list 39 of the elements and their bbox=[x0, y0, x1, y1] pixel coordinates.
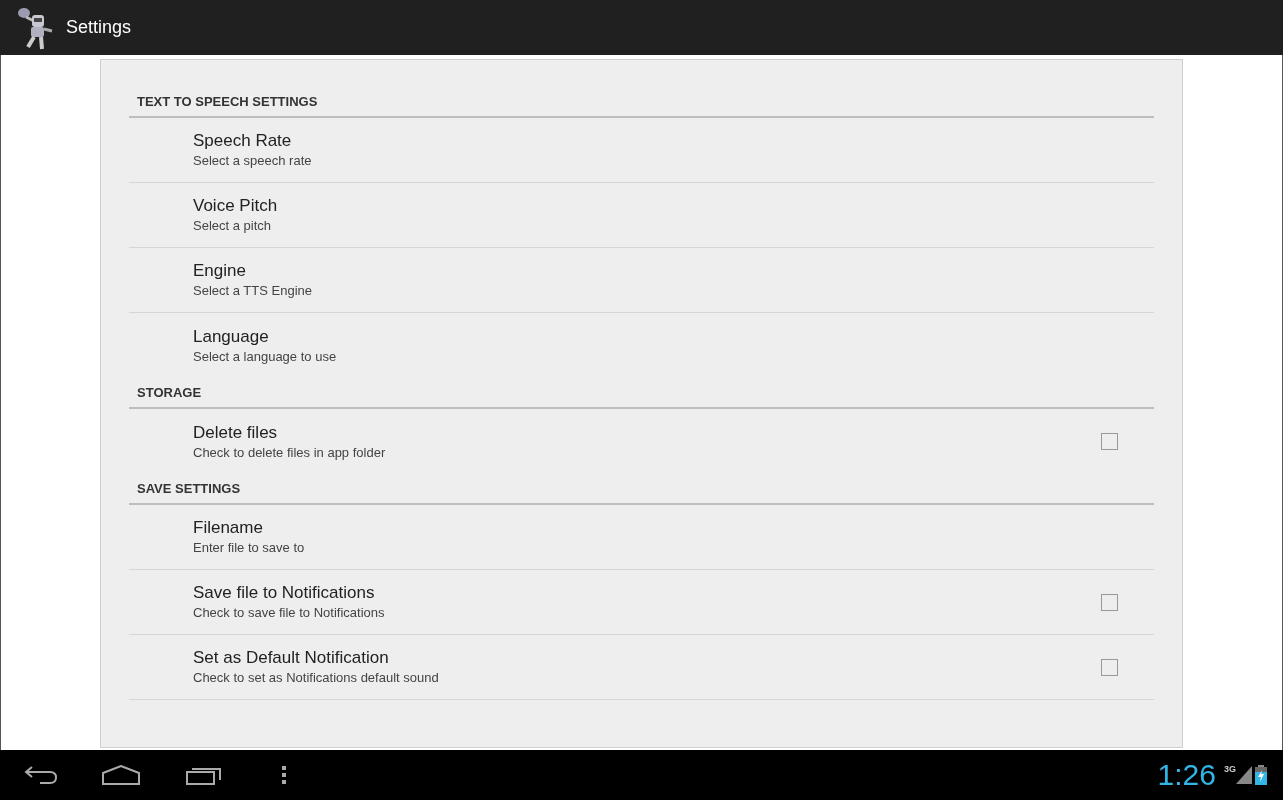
preference-summary: Select a pitch bbox=[193, 217, 273, 235]
clock: 1:26 bbox=[1157, 760, 1216, 790]
preference-summary: Enter file to save to bbox=[193, 539, 306, 557]
section-header: SAVE SETTINGS bbox=[137, 479, 241, 498]
preference-summary: Check to save file to Notifications bbox=[193, 604, 386, 622]
preference-title: Save file to Notifications bbox=[193, 582, 376, 604]
action-bar-title: Settings bbox=[66, 16, 132, 39]
preference-row[interactable]: Speech Rate Select a speech rate bbox=[129, 118, 1154, 183]
preference-summary: Check to set as Notifications default sound bbox=[193, 669, 440, 687]
section-header: TEXT TO SPEECH SETTINGS bbox=[137, 92, 318, 111]
preference-row[interactable]: Delete files Check to delete files in app folder bbox=[129, 409, 1154, 474]
battery-icon bbox=[1255, 765, 1267, 785]
preference-summary: Select a language to use bbox=[193, 347, 338, 366]
preference-title: Set as Default Notification bbox=[193, 647, 390, 669]
preference-row[interactable]: Save file to Notifications Check to save file to Notifications bbox=[129, 570, 1154, 635]
preference-row[interactable]: Language Select a language to use bbox=[129, 313, 1154, 378]
checkbox[interactable] bbox=[1101, 593, 1118, 611]
preference-row[interactable]: Engine Select a TTS Engine bbox=[129, 248, 1154, 313]
checkbox[interactable] bbox=[1101, 433, 1118, 450]
network-label: 3G bbox=[1224, 763, 1236, 776]
preference-summary: Select a speech rate bbox=[193, 152, 313, 170]
preference-title: Speech Rate bbox=[193, 130, 293, 152]
preference-row[interactable]: Filename Enter file to save to bbox=[129, 505, 1154, 570]
preference-title: Filename bbox=[193, 517, 264, 539]
more-icon[interactable] bbox=[282, 766, 286, 784]
preference-title: Language bbox=[193, 325, 270, 348]
section-header: STORAGE bbox=[137, 383, 202, 402]
home-icon[interactable] bbox=[102, 765, 140, 785]
preference-row[interactable]: Voice Pitch Select a pitch bbox=[129, 183, 1154, 248]
preference-title: Voice Pitch bbox=[193, 195, 279, 217]
signal-icon bbox=[1236, 766, 1252, 784]
preference-title: Engine bbox=[193, 260, 247, 282]
preference-summary: Select a TTS Engine bbox=[193, 282, 313, 300]
preference-title: Delete files bbox=[193, 421, 279, 444]
checkbox[interactable] bbox=[1101, 658, 1118, 676]
back-icon[interactable] bbox=[24, 765, 58, 785]
preference-summary: Check to delete files in app folder bbox=[193, 443, 387, 462]
recent-apps-icon[interactable] bbox=[186, 765, 222, 785]
preference-row[interactable]: Set as Default Notification Check to set as Notifications default sound bbox=[129, 635, 1154, 700]
